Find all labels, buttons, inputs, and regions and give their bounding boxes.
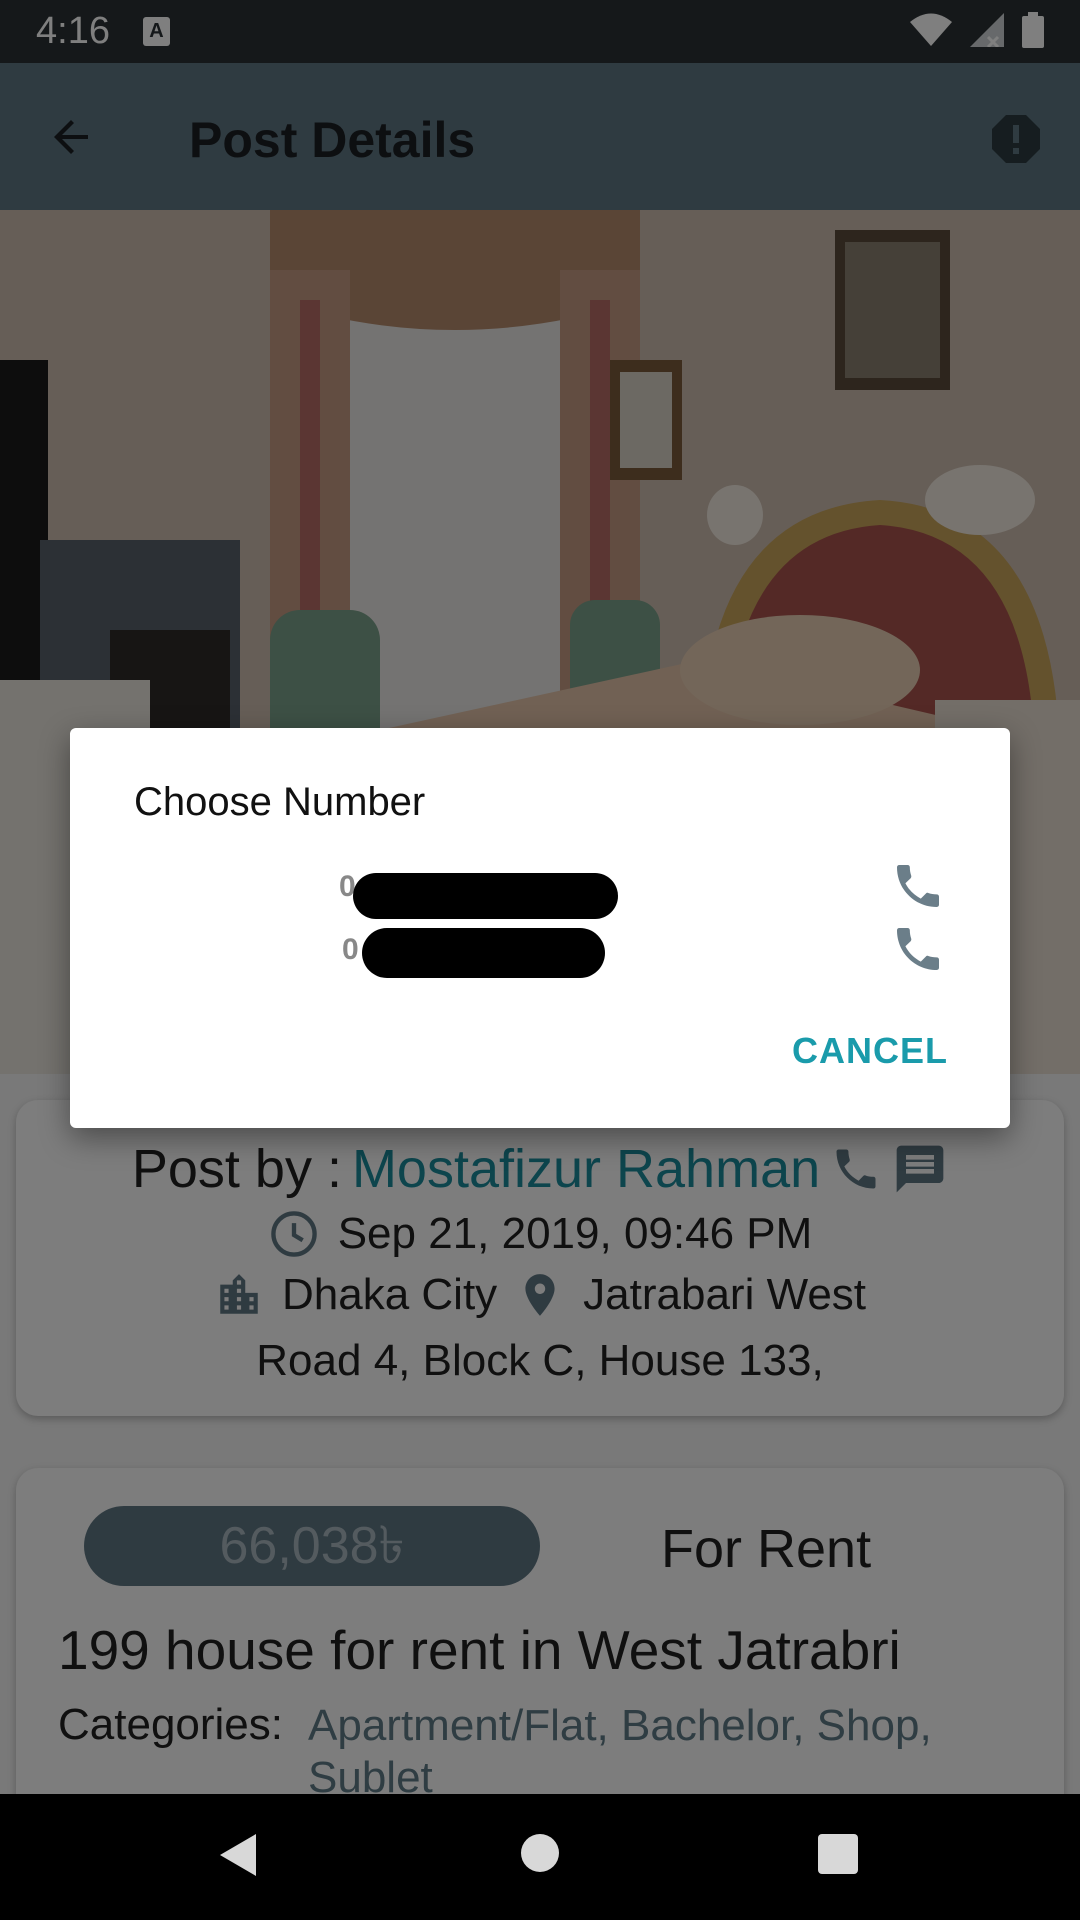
redaction-mark: [353, 873, 618, 919]
phone-number-2[interactable]: 0: [342, 933, 359, 967]
nav-home-icon[interactable]: [521, 1834, 559, 1872]
call-icon[interactable]: [890, 858, 946, 914]
dialog-title: Choose Number: [134, 780, 426, 824]
nav-back-icon[interactable]: [216, 1832, 258, 1878]
redaction-mark: [362, 928, 605, 978]
cancel-button[interactable]: CANCEL: [792, 1030, 948, 1072]
choose-number-dialog: Choose Number 0 0 CANCEL: [70, 728, 1010, 1128]
navigation-bar: [0, 1794, 1080, 1920]
nav-recents-icon[interactable]: [818, 1834, 858, 1874]
call-icon[interactable]: [890, 921, 946, 977]
